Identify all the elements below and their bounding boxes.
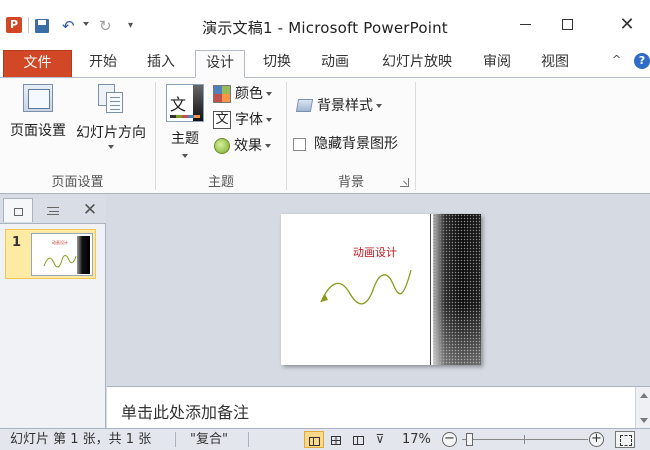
slides-tab-icon [13, 207, 23, 216]
tab-insert[interactable]: 插入 [136, 50, 186, 77]
fonts-button[interactable]: 文字体 [213, 110, 272, 130]
tab-view[interactable]: 视图 [530, 50, 580, 77]
slide-sorter-icon [331, 435, 341, 445]
theme-name-status[interactable]: "复合" [190, 431, 228, 448]
notes-pane[interactable]: 单击此处添加备注 [107, 386, 650, 429]
dialog-launcher-icon[interactable] [400, 178, 409, 187]
chevron-down-icon [265, 144, 271, 148]
slide-orientation-button[interactable]: 幻灯片方向 [72, 84, 150, 149]
page-setup-button[interactable]: 页面设置 [6, 84, 70, 140]
colors-icon [213, 85, 231, 103]
slide-title-text[interactable]: 动画设计 [353, 244, 397, 260]
tab-slides[interactable] [3, 198, 33, 222]
themes-button-label[interactable]: 主题 [160, 128, 210, 148]
tab-animations[interactable]: 动画 [310, 50, 360, 77]
tab-design[interactable]: 设计 [195, 50, 245, 78]
maximize-icon [561, 19, 573, 30]
slide-sorter-view-button[interactable] [326, 431, 346, 448]
tab-home[interactable]: 开始 [78, 50, 128, 77]
normal-view-button[interactable] [304, 431, 324, 448]
group-label-page-setup: 页面设置 [51, 175, 104, 190]
slideshow-icon: ⊽ [375, 432, 385, 446]
outline-tab-icon [47, 206, 59, 215]
tab-outline[interactable] [38, 198, 68, 222]
fonts-label: 字体 [235, 112, 263, 128]
fonts-icon: 文 [213, 111, 231, 129]
tab-slideshow[interactable]: 幻灯片放映 [372, 50, 462, 77]
notes-placeholder[interactable]: 单击此处添加备注 [121, 399, 249, 423]
fit-to-window-button[interactable] [615, 431, 635, 448]
chevron-down-icon [108, 145, 114, 149]
chevron-down-icon [376, 104, 382, 108]
tab-file[interactable]: 文件 [3, 50, 72, 77]
title-bar: P ↶ ↻ ▾ 演示文稿1 - Microsoft PowerPoint ✕ [0, 0, 650, 50]
colors-label: 颜色 [235, 86, 263, 102]
theme-thumb-glyph: 文 [170, 95, 187, 114]
slides-pane-tabs: ✕ [0, 195, 106, 224]
tab-transitions[interactable]: 切换 [252, 50, 302, 77]
background-styles-icon [295, 97, 313, 115]
background-styles-button[interactable]: 背景样式 [295, 96, 382, 116]
slide-background-graphic [431, 214, 481, 365]
close-pane-icon[interactable]: ✕ [78, 198, 102, 222]
effects-icon [214, 138, 230, 154]
chevron-down-icon[interactable] [182, 154, 188, 158]
theme-gallery-thumbnail[interactable]: 文 [166, 84, 204, 122]
theme-color-bars [170, 115, 200, 118]
group-label-background: 背景 [337, 175, 364, 190]
effects-label: 效果 [234, 138, 262, 154]
tab-review[interactable]: 审阅 [472, 50, 522, 77]
reading-view-icon [352, 435, 364, 445]
zoom-in-button[interactable]: + [589, 432, 604, 447]
slide-count-status: 幻灯片 第 1 张，共 1 张 [10, 432, 152, 447]
slide-number: 1 [12, 235, 22, 250]
page-setup-label: 页面设置 [10, 123, 66, 139]
checkbox-icon[interactable] [293, 137, 306, 151]
zoom-slider-thumb[interactable] [466, 433, 473, 446]
normal-view-icon [308, 436, 320, 446]
slide-orientation-icon [98, 84, 124, 114]
zoom-slider-track[interactable] [462, 439, 588, 440]
minimize-ribbon-icon[interactable]: ^ [612, 53, 621, 66]
group-divider [415, 82, 416, 190]
status-bar: 幻灯片 第 1 张，共 1 张 "复合" ⊽ 17% − + [0, 428, 650, 450]
ribbon-tabs: 文件 开始 插入 设计 切换 动画 幻灯片放映 审阅 视图 ^ ? [0, 50, 650, 78]
ribbon: 页面设置 幻灯片方向 页面设置 主题 文 主题 颜色 文字体 效果 背景 背景样… [0, 77, 650, 194]
effects-button[interactable]: 效果 [214, 136, 271, 156]
page-setup-icon [23, 84, 53, 112]
chevron-down-icon [266, 92, 272, 96]
page-setup-group: 页面设置 幻灯片方向 页面设置 [0, 78, 155, 194]
minimize-icon [519, 24, 531, 25]
zoom-level[interactable]: 17% [402, 431, 431, 448]
background-styles-label: 背景样式 [317, 98, 373, 114]
slide-orientation-label: 幻灯片方向 [76, 125, 146, 141]
minimize-button[interactable] [510, 10, 540, 40]
help-icon[interactable]: ? [634, 53, 650, 69]
slide-thumbnail-item[interactable]: 1 动画设计 [5, 229, 96, 279]
slideshow-view-button[interactable]: ⊽ [370, 431, 390, 448]
hide-background-graphics-checkbox[interactable]: 隐藏背景图形 [293, 134, 398, 154]
current-slide[interactable]: 动画设计 [281, 214, 481, 365]
zoom-out-button[interactable]: − [442, 432, 457, 447]
slide-editing-area: 动画设计 [107, 195, 650, 385]
colors-button[interactable]: 颜色 [213, 84, 272, 104]
maximize-button[interactable] [552, 10, 582, 40]
notes-scrollbar[interactable] [635, 387, 650, 429]
hide-background-label: 隐藏背景图形 [314, 136, 398, 152]
close-button[interactable]: ✕ [612, 10, 642, 40]
group-label-themes: 主题 [207, 175, 234, 190]
chevron-down-icon [266, 118, 272, 122]
reading-view-button[interactable] [348, 431, 368, 448]
slide-thumbnail[interactable]: 动画设计 [31, 233, 93, 276]
slides-pane: ✕ 1 动画设计 [0, 195, 106, 428]
